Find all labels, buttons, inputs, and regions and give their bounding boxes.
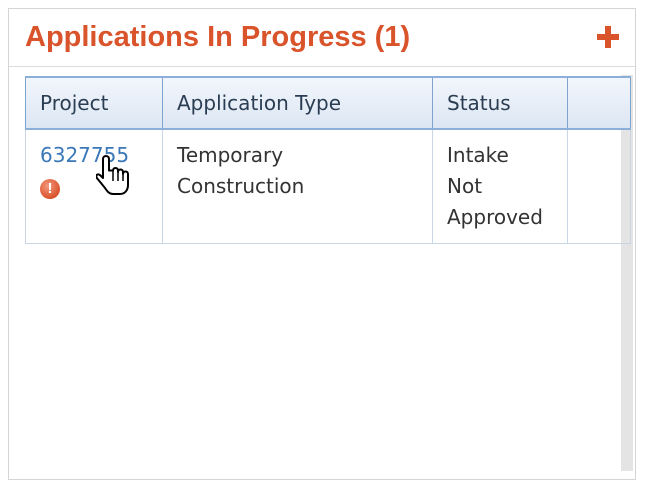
project-cell: 6327755 ! — [25, 128, 163, 244]
project-link[interactable]: 6327755 — [40, 140, 148, 171]
application-type-cell: Temporary Construction — [162, 128, 433, 244]
application-type-line: Temporary — [177, 143, 284, 167]
applications-table: Project Application Type Status 6327755 … — [25, 76, 631, 244]
applications-panel: Applications In Progress (1) Project App… — [8, 8, 636, 480]
status-line: Approved — [447, 205, 543, 229]
status-line: Not — [447, 174, 483, 198]
column-header-application-type[interactable]: Application Type — [162, 76, 433, 130]
column-header-project[interactable]: Project — [25, 76, 163, 130]
status-line: Intake — [447, 143, 509, 167]
extra-cell — [567, 128, 631, 244]
table-header-row: Project Application Type Status — [25, 76, 631, 130]
panel-header: Applications In Progress (1) — [9, 9, 635, 67]
panel-title: Applications In Progress (1) — [25, 21, 411, 53]
table-row: 6327755 ! Temporary Construction Intake … — [25, 128, 631, 244]
add-application-button[interactable] — [595, 24, 621, 50]
column-header-extra — [567, 76, 631, 130]
warning-icon: ! — [40, 179, 60, 199]
application-type-line: Construction — [177, 174, 305, 198]
status-cell: Intake Not Approved — [432, 128, 568, 244]
column-header-status[interactable]: Status — [432, 76, 568, 130]
